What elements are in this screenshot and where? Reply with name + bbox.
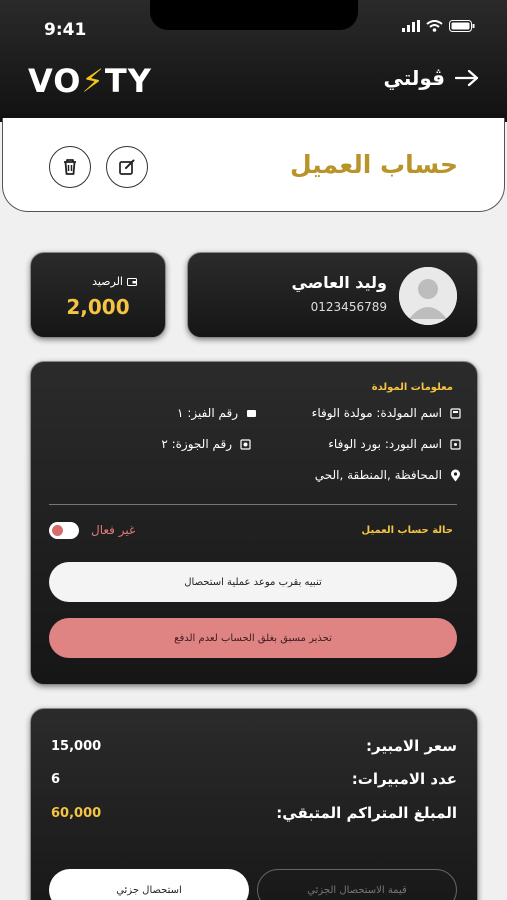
box-number: رقم الجوزة: ٢ — [161, 437, 232, 451]
customer-phone: 0123456789 — [310, 300, 387, 314]
battery-icon — [449, 20, 475, 32]
account-status-label: غير فعال — [91, 523, 136, 537]
notify-collection-button[interactable]: تنبيه بقرب موعد عملية استحصال — [49, 562, 457, 602]
customer-name: وليد العاصي — [291, 273, 387, 292]
box-number-row: رقم الجوزة: ٢ — [161, 437, 251, 451]
balance-card: الرصيد 2,000 — [30, 252, 166, 338]
generator-name: اسم المولدة: مولدة الوفاء — [311, 406, 442, 420]
status-time: 9:41 — [44, 20, 87, 40]
divider — [49, 504, 457, 505]
app-name: ڤولتي — [383, 66, 445, 90]
location-pin-icon — [451, 469, 460, 481]
logo-prefix: VO — [28, 62, 82, 100]
closure-warning-button[interactable]: تحذير مسبق بغلق الحساب لعدم الدفع — [49, 618, 457, 658]
partial-collection-button[interactable]: استحصال جزئي — [49, 869, 249, 900]
trash-icon — [64, 159, 76, 175]
balance-label: الرصيد — [92, 275, 137, 288]
bolt-icon: ⚡ — [81, 62, 105, 100]
edit-button[interactable] — [106, 146, 148, 188]
remaining-amount-value: 60,000 — [51, 806, 102, 821]
signal-icon — [402, 20, 420, 32]
page-header: حساب العميل — [2, 118, 505, 212]
toggle-knob — [52, 525, 63, 536]
location-row: المحافظة ,المنطقة ,الحي — [315, 468, 461, 482]
generator-icon — [450, 407, 461, 419]
account-status-title: حالة حساب العميل — [361, 525, 453, 536]
generator-info-card: معلومات المولدة اسم المولدة: مولدة الوفا… — [30, 361, 478, 685]
board-icon — [450, 438, 461, 450]
account-status-toggle[interactable] — [49, 522, 79, 539]
generator-name-row: اسم المولدة: مولدة الوفاء — [312, 406, 461, 420]
page-title: حساب العميل — [289, 150, 458, 179]
phase-number-row: رقم الفيز: ١ — [177, 406, 257, 420]
status-icons — [402, 20, 475, 32]
back-nav[interactable]: ڤولتي — [383, 66, 479, 90]
wallet-icon — [127, 277, 137, 286]
user-avatar-icon — [399, 267, 457, 325]
box-icon — [240, 438, 251, 450]
board-name-row: اسم البورد: بورد الوفاء — [328, 437, 461, 451]
balance-label-text: الرصيد — [92, 275, 123, 288]
generator-section-title: معلومات المولدة — [371, 382, 453, 393]
phase-number: رقم الفيز: ١ — [177, 406, 238, 420]
ampere-price-label: سعر الامبير: — [366, 737, 457, 755]
partial-collection-value-input[interactable]: قيمة الاستحصال الجزئي — [257, 869, 457, 900]
logo-suffix: TY — [104, 62, 152, 100]
ampere-count-value: 6 — [51, 772, 61, 787]
edit-icon — [119, 159, 135, 175]
device-notch — [150, 0, 358, 30]
delete-button[interactable] — [49, 146, 91, 188]
ampere-price-value: 15,000 — [51, 739, 102, 754]
avatar — [399, 267, 457, 325]
phase-icon — [247, 409, 256, 417]
wifi-icon — [426, 20, 443, 32]
balance-value: 2,000 — [66, 295, 130, 319]
customer-card[interactable]: وليد العاصي 0123456789 — [187, 252, 478, 338]
ampere-count-label: عدد الامبيرات: — [351, 770, 457, 788]
location-text: المحافظة ,المنطقة ,الحي — [314, 468, 442, 482]
billing-card: سعر الامبير: 15,000 عدد الامبيرات: 6 الم… — [30, 708, 478, 900]
app-logo: VO⚡TY — [28, 62, 152, 100]
remaining-amount-label: المبلغ المتراكم المتبقي: — [276, 804, 457, 822]
top-app-bar: 9:41 VO⚡TY ڤولتي — [0, 0, 507, 122]
board-name: اسم البورد: بورد الوفاء — [328, 437, 442, 451]
arrow-right-icon[interactable] — [455, 69, 479, 87]
